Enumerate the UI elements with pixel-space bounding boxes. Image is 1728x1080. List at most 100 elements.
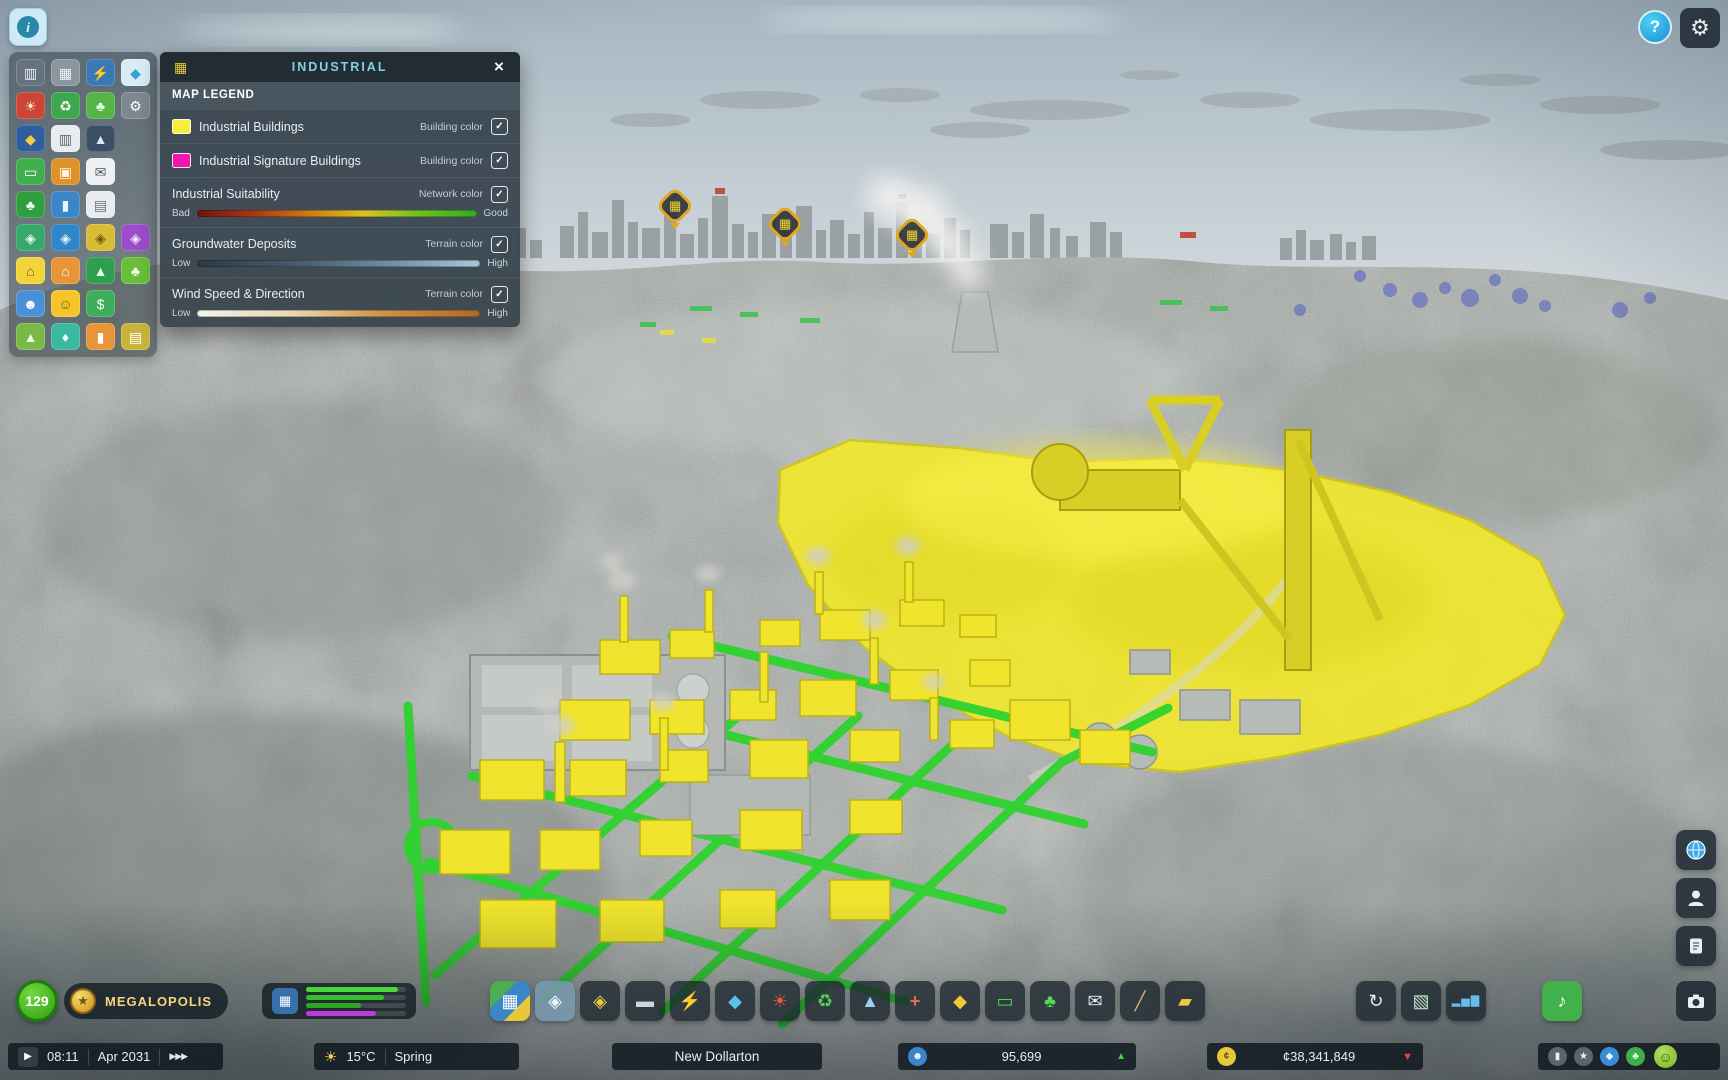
infoview-parks[interactable]: ♣: [86, 92, 115, 119]
happiness-indicator[interactable]: ☺: [1654, 1045, 1677, 1068]
speed-control[interactable]: ▶▶▶: [169, 1051, 187, 1062]
map-marker[interactable]: ▦: [767, 210, 803, 252]
legend-checkbox[interactable]: ✓: [491, 152, 508, 169]
city-name: New Dollarton: [622, 1049, 812, 1064]
money-segment[interactable]: ¢ ¢38,341,849 ▼: [1207, 1043, 1423, 1070]
map-button[interactable]: ▧: [1401, 981, 1441, 1021]
statistics-button[interactable]: ▂▅▇: [1446, 981, 1486, 1021]
legend-checkbox[interactable]: ✓: [491, 236, 508, 253]
milestone-bar-track: [306, 995, 406, 1000]
population-trend-icon: ▲: [1116, 1051, 1126, 1062]
demolish-tool[interactable]: ▰: [1165, 981, 1205, 1021]
city-status-segment: ▮ ★ ◆ ♣ ☺: [1538, 1043, 1720, 1070]
journal-button[interactable]: [1676, 926, 1716, 966]
electricity-tool[interactable]: ⚡: [670, 981, 710, 1021]
milestone-bar: [306, 1003, 361, 1008]
photo-mode-button[interactable]: ↻: [1356, 981, 1396, 1021]
map-overlay-tool[interactable]: ◈: [580, 981, 620, 1021]
legend-type: Building color: [420, 121, 483, 133]
legend-checkbox[interactable]: ✓: [491, 118, 508, 135]
legend-row-groundwater: Groundwater Deposits Terrain color ✓ Low…: [160, 227, 520, 277]
photo-camera-button[interactable]: [1676, 981, 1716, 1021]
status-indicators: ▮ ★ ◆ ♣: [1548, 1047, 1645, 1066]
infoview-communications[interactable]: ✉: [86, 158, 115, 185]
parks-indicator[interactable]: ♣: [1626, 1047, 1645, 1066]
disasters-tool[interactable]: ☀: [760, 981, 800, 1021]
garbage-tool[interactable]: ♻: [805, 981, 845, 1021]
infoview-pollution[interactable]: ☀: [16, 92, 45, 119]
infoview-zoning[interactable]: ⌂: [51, 257, 80, 284]
population-segment[interactable]: ☻ 95,699 ▲: [898, 1043, 1136, 1070]
legend-checkbox[interactable]: ✓: [491, 286, 508, 303]
police-tool[interactable]: ◆: [940, 981, 980, 1021]
help-button[interactable]: ?: [1638, 10, 1672, 44]
infoview-recreation[interactable]: ♣: [16, 191, 45, 218]
infoview-agriculture[interactable]: ♣: [121, 257, 150, 284]
infoview-tourism[interactable]: ▣: [51, 158, 80, 185]
infoview-education[interactable]: ▲: [86, 125, 115, 152]
infoview-happiness[interactable]: ☺: [51, 290, 80, 317]
milestone-widget[interactable]: ▦: [262, 983, 416, 1019]
population-value: 95,699: [936, 1049, 1107, 1064]
progression-pill[interactable]: ★ MEGALOPOLIS: [64, 983, 228, 1019]
person-button[interactable]: [1676, 878, 1716, 918]
infoview-production[interactable]: ▦: [51, 59, 80, 86]
infoview-minerals[interactable]: ▤: [121, 323, 150, 350]
communications-tool[interactable]: ✉: [1075, 981, 1115, 1021]
landscaping-tool[interactable]: ╱: [1120, 981, 1160, 1021]
infoview-groundwater[interactable]: ◈: [51, 224, 80, 251]
infoview-electricity[interactable]: ⚡: [86, 59, 115, 86]
infoview-terrain[interactable]: ◈: [16, 224, 45, 251]
globe-button[interactable]: [1676, 830, 1716, 870]
transportation-tool[interactable]: ▭: [985, 981, 1025, 1021]
chirper-button[interactable]: ♪: [1542, 981, 1582, 1021]
infoview-meters[interactable]: ▥: [16, 59, 45, 86]
infoview-citizens[interactable]: ☻: [16, 290, 45, 317]
time-segment: ▶ 08:11 Apr 2031 ▶▶▶: [8, 1043, 223, 1070]
healthcare-tool[interactable]: +: [895, 981, 935, 1021]
infoview-wildlife[interactable]: ♦: [51, 323, 80, 350]
settings-button[interactable]: ⚙: [1680, 8, 1720, 48]
infoview-resources[interactable]: ◈: [86, 224, 115, 251]
map-marker[interactable]: ▦: [894, 221, 930, 263]
infoview-police[interactable]: ◆: [16, 125, 45, 152]
education-tool[interactable]: ▲: [850, 981, 890, 1021]
maintenance-indicator[interactable]: ★: [1574, 1047, 1593, 1066]
marker-pointer: [670, 223, 680, 229]
color-swatch: [172, 119, 191, 134]
legend-header: ▦ INDUSTRIAL ×: [160, 52, 520, 82]
water-indicator[interactable]: ◆: [1600, 1047, 1619, 1066]
map-marker[interactable]: ▦: [657, 192, 693, 234]
infoview-nature[interactable]: ▲: [16, 323, 45, 350]
sun-icon: ☀: [324, 1048, 337, 1066]
city-name-segment[interactable]: New Dollarton: [612, 1043, 822, 1070]
infoview-legend-tool[interactable]: ◈: [535, 981, 575, 1021]
infoview-garbage[interactable]: ♻: [51, 92, 80, 119]
infoview-media[interactable]: ▤: [86, 191, 115, 218]
panel-title: INDUSTRIAL: [193, 60, 486, 74]
suitability-gradient-bar: [197, 210, 477, 217]
infoview-land-value[interactable]: ⌂: [16, 257, 45, 284]
infoview-wealth[interactable]: $: [86, 290, 115, 317]
infoview-administration[interactable]: ▥: [51, 125, 80, 152]
toolbar-center: ▦ ◈ ◈ ▬ ⚡ ◆ ☀: [490, 981, 1205, 1021]
level-badge[interactable]: 129: [16, 980, 58, 1022]
infoview-water[interactable]: ◆: [121, 59, 150, 86]
milestone-bar-track: [306, 1011, 406, 1016]
water-tool[interactable]: ◆: [715, 981, 755, 1021]
infoview-statistics[interactable]: ▲: [86, 257, 115, 284]
garbage-indicator[interactable]: ▮: [1548, 1047, 1567, 1066]
play-button[interactable]: ▶: [18, 1047, 38, 1067]
parks-tool[interactable]: ♣: [1030, 981, 1070, 1021]
infoview-transportation[interactable]: ▭: [16, 158, 45, 185]
infoview-ore[interactable]: ◈: [121, 224, 150, 251]
roads-tool[interactable]: ▬: [625, 981, 665, 1021]
zoning-tool[interactable]: ▦: [490, 981, 530, 1021]
info-button[interactable]: i: [9, 8, 47, 46]
legend-checkbox[interactable]: ✓: [491, 186, 508, 203]
infoview-commerce[interactable]: ▮: [51, 191, 80, 218]
close-icon[interactable]: ×: [486, 54, 512, 80]
infoview-maintenance[interactable]: ⚙: [121, 92, 150, 119]
infoview-oil[interactable]: ▮: [86, 323, 115, 350]
clock-time: 08:11: [47, 1049, 79, 1064]
